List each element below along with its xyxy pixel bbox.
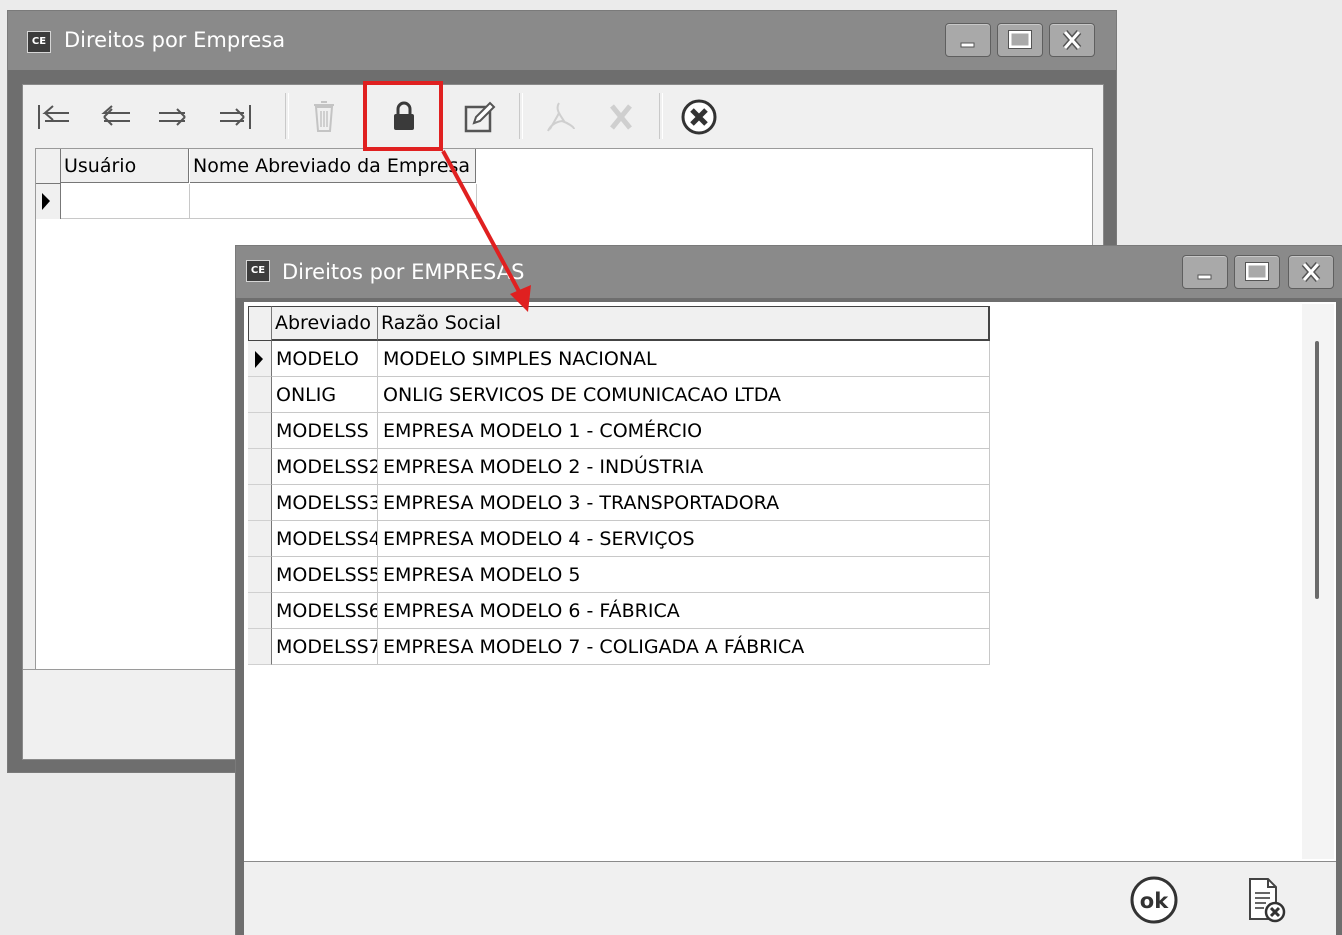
- annotation-arrow: [441, 150, 531, 312]
